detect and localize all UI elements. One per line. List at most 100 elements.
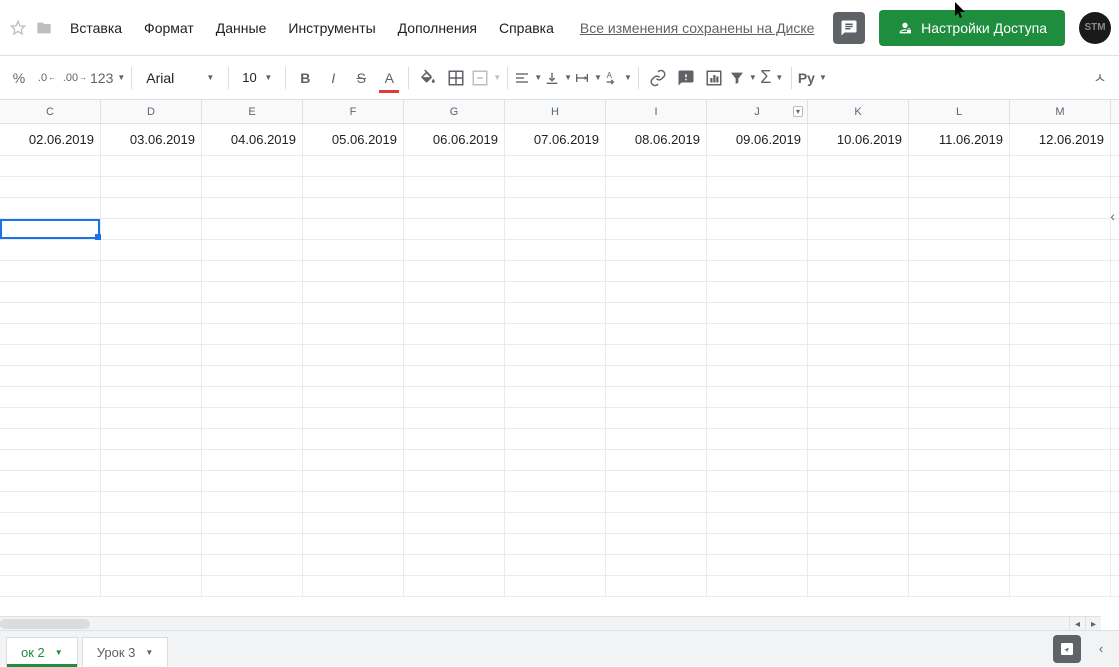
cell[interactable] [202,534,303,554]
cell[interactable] [404,282,505,302]
cell[interactable] [202,156,303,176]
cell[interactable] [202,513,303,533]
fill-color-button[interactable] [415,65,441,91]
cell[interactable] [202,282,303,302]
cell[interactable] [505,534,606,554]
cell[interactable] [909,282,1010,302]
sheet-tab-1[interactable]: ок 2 ▼ [6,637,78,667]
cell[interactable] [303,345,404,365]
cell[interactable] [202,387,303,407]
column-header-F[interactable]: F [303,100,404,123]
cell[interactable] [606,366,707,386]
cell[interactable] [909,555,1010,575]
scroll-left-icon[interactable]: ◂ [1069,617,1085,631]
cell[interactable] [909,219,1010,239]
cell[interactable] [202,198,303,218]
cell[interactable] [101,198,202,218]
cell[interactable] [0,366,101,386]
cell[interactable] [909,177,1010,197]
cell[interactable] [505,408,606,428]
cell[interactable] [606,429,707,449]
cell[interactable] [1010,429,1111,449]
cell[interactable] [808,156,909,176]
cell[interactable] [303,324,404,344]
cell[interactable] [404,555,505,575]
cell[interactable] [0,450,101,470]
cell[interactable] [404,429,505,449]
cell[interactable] [0,219,101,239]
column-header-D[interactable]: D [101,100,202,123]
cell[interactable] [606,555,707,575]
cell[interactable]: 02.06.2019 [0,124,101,155]
cell[interactable] [0,177,101,197]
cell[interactable] [202,429,303,449]
cell[interactable] [909,345,1010,365]
cell[interactable] [1010,555,1111,575]
cell[interactable] [404,492,505,512]
avatar[interactable]: STM [1079,12,1111,44]
cell[interactable] [101,240,202,260]
cell[interactable] [505,324,606,344]
cell[interactable] [909,450,1010,470]
cell[interactable] [202,177,303,197]
cell[interactable] [505,303,606,323]
cell[interactable] [909,240,1010,260]
cell[interactable] [0,513,101,533]
cell[interactable] [909,429,1010,449]
cell[interactable] [303,555,404,575]
cell[interactable]: 03.06.2019 [101,124,202,155]
cell[interactable] [707,366,808,386]
cell[interactable] [0,471,101,491]
cell[interactable] [303,282,404,302]
cell[interactable]: 06.06.2019 [404,124,505,155]
cell[interactable] [0,345,101,365]
cell[interactable] [505,387,606,407]
cell[interactable] [0,492,101,512]
cell[interactable] [202,366,303,386]
cell[interactable] [505,219,606,239]
cell[interactable] [606,387,707,407]
cell[interactable] [707,198,808,218]
cell[interactable] [303,492,404,512]
cell[interactable] [303,471,404,491]
cell[interactable] [1010,303,1111,323]
cell[interactable] [707,324,808,344]
cell[interactable] [202,555,303,575]
cell[interactable] [505,177,606,197]
cell[interactable] [808,177,909,197]
cell[interactable] [202,261,303,281]
cell[interactable] [101,471,202,491]
column-header-C[interactable]: C [0,100,101,123]
cell[interactable] [303,198,404,218]
cell[interactable] [0,408,101,428]
cell[interactable] [606,576,707,596]
insert-comment-button[interactable] [673,65,699,91]
share-button[interactable]: Настройки Доступа [879,10,1065,46]
cell[interactable] [808,282,909,302]
cell[interactable]: 07.06.2019 [505,124,606,155]
cell[interactable] [1010,177,1111,197]
cell[interactable] [707,282,808,302]
cell[interactable] [808,324,909,344]
cell[interactable] [707,156,808,176]
cell[interactable] [303,513,404,533]
cell[interactable] [202,576,303,596]
text-rotation-button[interactable]: A▼ [604,65,632,91]
borders-button[interactable] [443,65,469,91]
functions-button[interactable]: Σ▼ [759,65,785,91]
cell[interactable] [505,555,606,575]
cell[interactable]: 08.06.2019 [606,124,707,155]
cell[interactable] [101,576,202,596]
cell[interactable] [808,408,909,428]
cell[interactable] [1010,492,1111,512]
column-header-K[interactable]: K [808,100,909,123]
cell[interactable] [808,471,909,491]
cell[interactable] [707,450,808,470]
menu-help[interactable]: Справка [489,16,564,40]
sheet-nav-left[interactable]: ‹ [1089,637,1113,661]
cell[interactable] [505,240,606,260]
cell[interactable] [202,450,303,470]
cell[interactable] [606,534,707,554]
cell[interactable] [303,534,404,554]
save-status[interactable]: Все изменения сохранены на Диске [580,20,815,36]
